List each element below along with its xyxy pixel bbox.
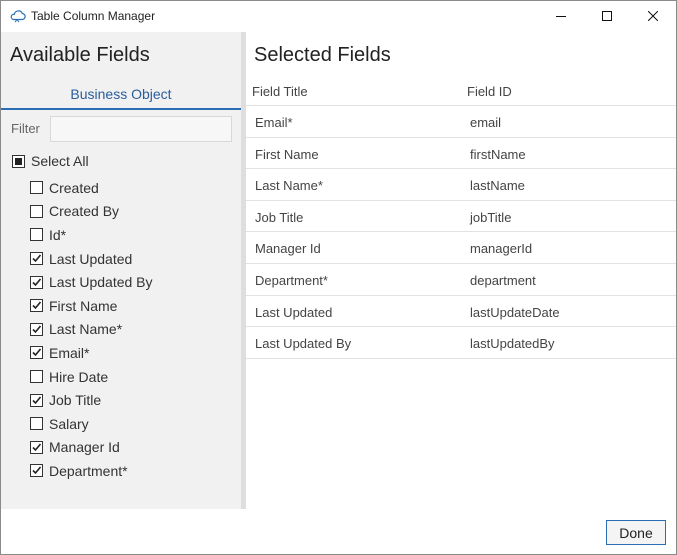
selected-fields-table: Email* email First Name firstName Last Name*… [246, 106, 676, 359]
close-icon [648, 11, 658, 21]
available-fields-panel: Available Fields Business Object Filter … [1, 32, 241, 509]
field-checkbox-label: Manager Id [49, 439, 120, 456]
field-checkbox-label: Created By [49, 203, 120, 220]
table-row[interactable]: Last Updated By lastUpdatedBy [246, 327, 676, 359]
table-row[interactable]: Manager Id managerId [246, 232, 676, 264]
maximize-icon [602, 11, 612, 21]
minimize-icon [556, 16, 566, 17]
field-title-cell: Email* [255, 115, 293, 130]
field-checkbox-label: Id* [49, 226, 67, 243]
field-checkbox-label: Created [49, 179, 99, 196]
cloud-icon [9, 8, 27, 24]
field-title-cell: Last Updated [255, 304, 333, 320]
title-bar[interactable]: Table Column Manager [1, 1, 676, 31]
table-row[interactable]: Last Name* lastName [246, 169, 676, 201]
field-checkbox-item[interactable]: Department* [30, 459, 153, 483]
unchecked-checkbox-icon[interactable] [30, 417, 43, 431]
selected-fields-panel: Selected Fields Field Title Field ID Ema… [246, 32, 676, 509]
field-checkbox-label: Last Updated By [49, 274, 153, 291]
field-checkbox-item[interactable]: Last Name* [30, 318, 153, 342]
window-title: Table Column Manager [31, 9, 156, 23]
unchecked-checkbox-icon[interactable] [30, 370, 43, 384]
checked-checkbox-icon[interactable] [30, 464, 43, 478]
field-checkbox-label: Job Title [49, 392, 102, 409]
field-id-cell: lastName [470, 178, 525, 194]
field-title-cell: Last Updated By [255, 336, 352, 352]
done-button[interactable]: Done [606, 520, 666, 545]
table-row[interactable]: First Name firstName [246, 138, 676, 170]
dialog-window: Table Column Manager Available Fields Bu… [0, 0, 677, 555]
field-id-cell: firstName [470, 146, 526, 162]
checked-checkbox-icon[interactable] [30, 393, 43, 407]
field-checkbox-item[interactable]: Created [30, 176, 153, 200]
checked-checkbox-icon[interactable] [30, 275, 43, 289]
maximize-button[interactable] [584, 1, 630, 31]
field-checkbox-item[interactable]: Email* [30, 341, 153, 365]
partial-checkbox-icon[interactable] [12, 154, 25, 168]
field-id-cell: managerId [470, 241, 533, 257]
field-checkbox-label: First Name [49, 297, 118, 314]
field-title-cell: Department* [255, 272, 328, 288]
field-id-cell: email [470, 115, 502, 130]
close-button[interactable] [630, 1, 676, 31]
field-checkbox-item[interactable]: Manager Id [30, 436, 153, 460]
table-row[interactable]: Department* department [246, 264, 676, 296]
field-checkbox-label: Department* [49, 462, 128, 479]
field-checkbox-label: Last Name* [49, 321, 123, 338]
filter-input[interactable] [50, 116, 232, 142]
field-checkbox-item[interactable]: Hire Date [30, 365, 153, 389]
field-id-cell: department [470, 272, 536, 288]
field-checkbox-label: Hire Date [49, 368, 109, 385]
field-checkbox-label: Email* [49, 344, 90, 361]
unchecked-checkbox-icon[interactable] [30, 204, 43, 218]
unchecked-checkbox-icon[interactable] [30, 181, 43, 195]
minimize-button[interactable] [538, 1, 584, 31]
field-checkbox-item[interactable]: Last Updated [30, 247, 153, 271]
field-id-cell: lastUpdateDate [470, 304, 560, 320]
checked-checkbox-icon[interactable] [30, 299, 43, 313]
field-checkbox-item[interactable]: Id* [30, 223, 153, 247]
tab-business-object[interactable]: Business Object [1, 86, 241, 110]
table-row[interactable]: Job Title jobTitle [246, 201, 676, 233]
column-header-field-id[interactable]: Field ID [467, 84, 512, 99]
checked-checkbox-icon[interactable] [30, 322, 43, 336]
field-title-cell: Job Title [255, 209, 304, 225]
field-checkbox-item[interactable]: First Name [30, 294, 153, 318]
field-title-cell: Last Name* [255, 178, 323, 194]
filter-label: Filter [11, 121, 40, 136]
field-title-cell: First Name [255, 146, 319, 162]
select-all-label: Select All [31, 153, 89, 169]
field-checkbox-item[interactable]: Salary [30, 412, 153, 436]
field-id-cell: jobTitle [470, 209, 512, 225]
column-header-field-title[interactable]: Field Title [252, 84, 308, 99]
checked-checkbox-icon[interactable] [30, 440, 43, 454]
table-row[interactable]: Last Updated lastUpdateDate [246, 296, 676, 328]
field-checkbox-label: Last Updated [49, 250, 133, 267]
checked-checkbox-icon[interactable] [30, 346, 43, 360]
unchecked-checkbox-icon[interactable] [30, 228, 43, 242]
selected-fields-heading: Selected Fields [254, 44, 391, 66]
field-checkbox-item[interactable]: Created By [30, 200, 153, 224]
field-list: Created Created By Id* Last Updated Last Upd… [30, 176, 153, 483]
field-checkbox-label: Salary [49, 415, 89, 432]
field-checkbox-item[interactable]: Last Updated By [30, 270, 153, 294]
checked-checkbox-icon[interactable] [30, 252, 43, 266]
available-fields-heading: Available Fields [10, 44, 150, 66]
field-title-cell: Manager Id [255, 241, 321, 257]
select-all-checkbox[interactable]: Select All [12, 152, 89, 170]
field-checkbox-item[interactable]: Job Title [30, 388, 153, 412]
table-row[interactable]: Email* email [246, 106, 676, 138]
field-id-cell: lastUpdatedBy [470, 336, 555, 352]
